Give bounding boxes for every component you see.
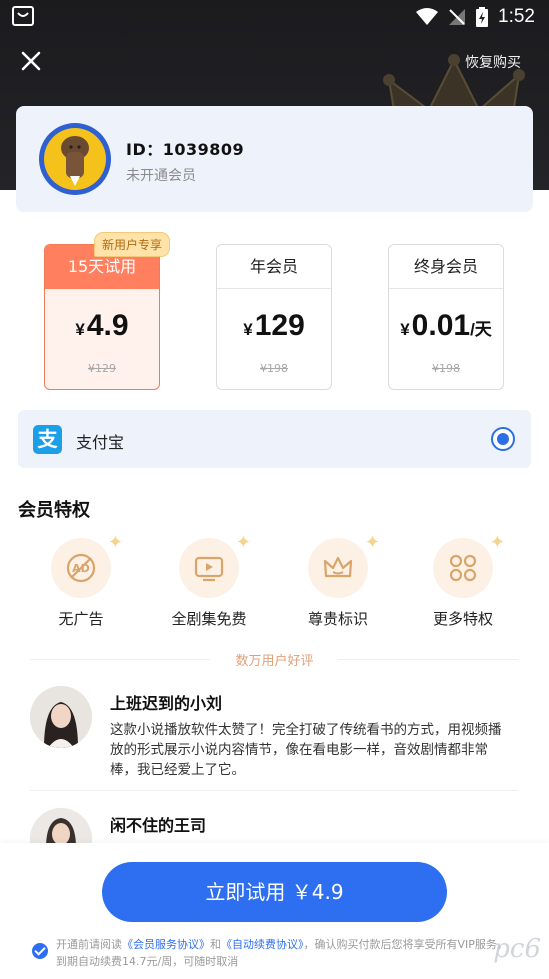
no-ad-icon: AD — [66, 553, 96, 583]
privilege-more[interactable]: ✦ 更多特权 — [408, 532, 518, 629]
agreement-checkbox[interactable] — [32, 943, 48, 959]
plan-annual[interactable]: 年会员 ¥129 ¥198 — [216, 244, 332, 390]
wifi-icon — [416, 8, 439, 25]
privilege-vip-badge[interactable]: ✦ 尊贵标识 — [283, 532, 393, 629]
privileges-title: 会员特权 — [18, 500, 90, 521]
status-bar: 1:52 — [0, 0, 549, 34]
reviewer-name: 上班迟到的小刘 — [110, 694, 223, 713]
review-item: 上班迟到的小刘 这款小说播放软件太赞了！完全打破了传统看书的方式，用视频播放的形… — [30, 686, 520, 786]
review-text: 这款小说播放软件太赞了！完全打破了传统看书的方式，用视频播放的形式展示小说内容情… — [110, 722, 502, 778]
plan-original-price: ¥129 — [88, 362, 116, 375]
clock: 1:52 — [498, 6, 535, 27]
divider — [338, 659, 518, 660]
plan-lifetime[interactable]: 终身会员 ¥0.01/天 ¥198 — [388, 244, 504, 390]
service-agreement-link[interactable]: 《会员服务协议》 — [122, 938, 210, 951]
sparkle-icon: ✦ — [364, 532, 380, 553]
plan-price: ¥4.9 — [75, 309, 129, 342]
notification-icon — [12, 6, 34, 26]
privilege-free-episodes[interactable]: ✦ 全剧集免费 — [154, 532, 264, 629]
tv-icon — [194, 556, 224, 582]
alipay-icon: 支 — [33, 425, 62, 454]
crown-icon — [323, 556, 353, 578]
watermark-logo: pc6 — [493, 934, 541, 964]
privileges-list: AD ✦ 无广告 ✦ 全剧集免费 ✦ 尊贵标识 — [0, 532, 549, 634]
try-now-button[interactable]: 立即试用 ￥4.9 — [102, 862, 447, 922]
sparkle-icon: ✦ — [235, 532, 251, 553]
privilege-no-ads[interactable]: AD ✦ 无广告 — [26, 532, 136, 629]
restore-purchase-button[interactable]: 恢复购买 — [465, 52, 521, 72]
grid-icon — [449, 554, 477, 582]
payment-radio[interactable] — [491, 427, 515, 451]
profile-card: ID：1039809 未开通会员 — [16, 106, 533, 212]
avatar-illustration — [61, 136, 89, 186]
plan-price: ¥0.01/天 — [400, 309, 492, 342]
auto-renew-agreement-link[interactable]: 《自动续费协议》 — [221, 938, 304, 951]
payment-method-alipay[interactable]: 支 支付宝 — [18, 410, 531, 468]
plan-selector: 15天试用 ¥4.9 ¥129 新用户专享 年会员 ¥129 ¥198 终身会员… — [0, 232, 549, 392]
plan-title: 年会员 — [217, 245, 331, 289]
bottom-bar: 立即试用 ￥4.9 开通前请阅读《会员服务协议》和《自动续费协议》，确认购买付款… — [0, 843, 549, 979]
reviewer-avatar — [30, 686, 92, 748]
plan-original-price: ¥198 — [432, 362, 460, 375]
new-user-badge: 新用户专享 — [94, 232, 171, 257]
signal-icon — [449, 9, 466, 25]
close-icon[interactable] — [18, 48, 44, 74]
battery-icon — [476, 7, 489, 27]
plan-price: ¥129 — [243, 309, 305, 342]
reviewer-name: 闲不住的王司 — [110, 816, 207, 835]
plan-title: 终身会员 — [389, 245, 503, 289]
review-item: 闲不住的王司 — [30, 808, 520, 870]
avatar[interactable] — [39, 123, 111, 195]
vip-status: 未开通会员 — [126, 168, 196, 184]
payment-label: 支付宝 — [76, 433, 125, 452]
agreement-text: 开通前请阅读《会员服务协议》和《自动续费协议》，确认购买付款后您将享受所有VIP… — [56, 938, 508, 968]
sparkle-icon: ✦ — [107, 532, 123, 553]
sparkle-icon: ✦ — [489, 532, 505, 553]
plan-trial-15days[interactable]: 15天试用 ¥4.9 ¥129 — [44, 244, 160, 390]
plan-original-price: ¥198 — [260, 362, 288, 375]
divider — [30, 790, 518, 791]
user-id: ID：1039809 — [126, 140, 245, 159]
